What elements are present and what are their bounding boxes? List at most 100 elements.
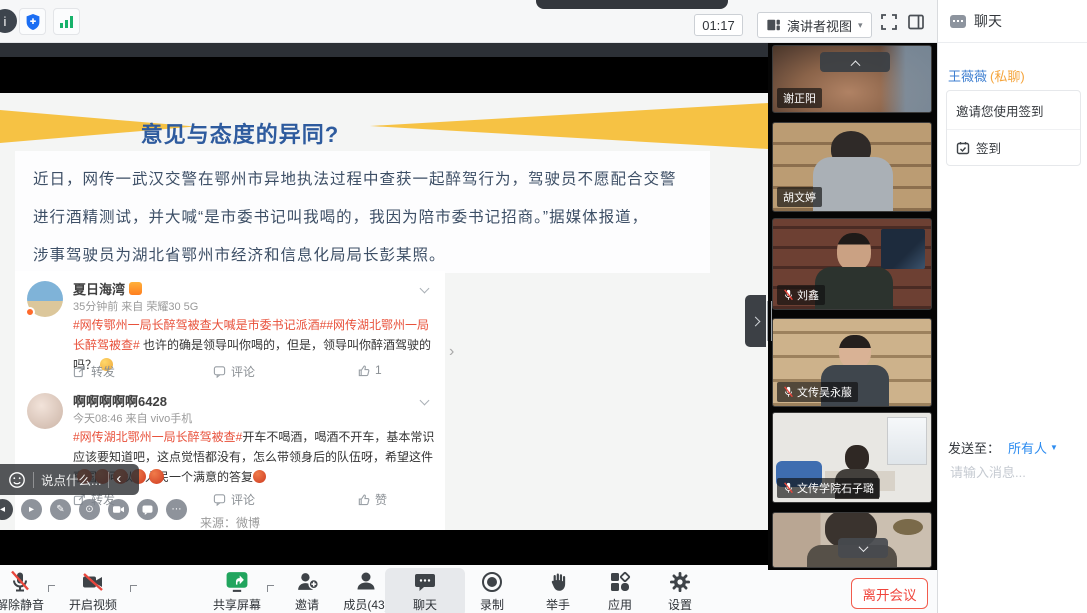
weibo-hashtags[interactable]: #网传湖北鄂州一局长醉驾被查# xyxy=(73,430,242,444)
play-button[interactable]: ▸ xyxy=(21,499,42,520)
chat-message-text: 邀请您使用签到 xyxy=(947,91,1080,130)
participant-video[interactable]: 胡文婷 xyxy=(772,122,932,212)
comment-button[interactable]: 评论 xyxy=(213,363,255,380)
participant-video[interactable]: 刘鑫 xyxy=(772,218,932,310)
mic-muted-icon xyxy=(783,482,794,494)
chevron-down-icon[interactable] xyxy=(421,391,433,403)
avatar xyxy=(27,393,63,429)
weibo-username: 啊啊啊啊啊6428 xyxy=(73,391,167,410)
view-mode-dropdown[interactable]: 演讲者视图 ▾ xyxy=(757,12,872,38)
side-panel-toggle-button[interactable] xyxy=(907,13,925,31)
presentation-slide: 意见与态度的异同? 近日，网传一武汉交警在鄂州市异地执法过程中查获一起醉驾行为，… xyxy=(0,93,768,530)
mic-muted-icon xyxy=(783,289,794,301)
annotation-toolbar: ◂ ▸ ✎ ⊙ ⋯ xyxy=(0,499,187,520)
scroll-down-button[interactable] xyxy=(838,538,888,558)
presentation-top-strip xyxy=(0,43,768,57)
smiley-icon[interactable] xyxy=(8,471,26,489)
view-mode-label: 演讲者视图 xyxy=(787,16,852,35)
camera-button[interactable] xyxy=(108,499,129,520)
chevron-left-icon[interactable]: ‹ xyxy=(116,471,121,486)
shared-screen-area: 意见与态度的异同? 近日，网传一武汉交警在鄂州市异地执法过程中查获一起醉驾行为，… xyxy=(0,43,768,565)
more-button[interactable]: ⋯ xyxy=(166,499,187,520)
chat-sender-name[interactable]: 王薇薇 xyxy=(948,69,987,84)
like-button[interactable]: 赞 xyxy=(357,491,387,508)
slide-title: 意见与态度的异同? xyxy=(0,117,480,149)
weibo-post: 夏日海湾 35分钟前 来自 荣耀30 5G #网传鄂州一局长醉驾被查大喊是市委书… xyxy=(15,271,445,383)
person-icon xyxy=(354,569,378,594)
participant-name: 谢正阳 xyxy=(783,90,816,106)
start-video-button[interactable]: 开启视频 xyxy=(53,568,133,613)
person-plus-icon xyxy=(295,569,320,594)
panel-expand-handle[interactable] xyxy=(745,295,766,347)
repost-button[interactable]: 转发 xyxy=(73,363,115,380)
like-button[interactable]: 1 xyxy=(357,363,382,377)
share-screen-icon xyxy=(224,569,250,594)
bullet-comment-bar[interactable]: 说点什么... ‹ xyxy=(0,464,139,495)
meeting-timer: 01:17 xyxy=(694,14,743,36)
weibo-post-meta: 35分钟前 来自 荣耀30 5G xyxy=(73,298,198,314)
chevron-down-icon[interactable] xyxy=(421,279,433,291)
chevron-right-icon[interactable]: › xyxy=(449,343,454,361)
chat-bubble-icon xyxy=(950,15,966,28)
bottom-toolbar: 解除静音 开启视频 共享屏幕 邀请 成员(43) 聊天 录制 xyxy=(0,565,937,613)
info-icon[interactable]: i xyxy=(0,9,17,33)
chevron-right-icon xyxy=(751,316,761,326)
participant-name: 文传学院石子璐 xyxy=(797,480,874,496)
security-shield-button[interactable] xyxy=(19,8,46,35)
thumbs-up-icon xyxy=(357,493,370,506)
collapse-strip-button[interactable] xyxy=(820,52,890,72)
fullscreen-button[interactable] xyxy=(880,13,898,31)
message-button[interactable] xyxy=(137,499,158,520)
hand-icon xyxy=(547,570,569,594)
apps-grid-icon xyxy=(608,570,632,594)
participant-name: 文传吴永菔 xyxy=(797,384,852,400)
camera-muted-icon xyxy=(80,570,106,594)
floating-control-pill[interactable] xyxy=(536,0,728,9)
resize-grip[interactable] xyxy=(767,301,768,341)
divider xyxy=(33,472,34,488)
camera-icon xyxy=(113,505,124,514)
weibo-post-meta: 今天08:46 来自 vivo手机 xyxy=(73,410,192,426)
video-options-caret[interactable] xyxy=(130,579,140,589)
comment-button[interactable]: 评论 xyxy=(213,491,255,508)
record-icon xyxy=(480,570,504,594)
private-chat-tag: (私聊) xyxy=(990,69,1025,84)
chat-bubble-icon xyxy=(413,570,437,594)
comment-icon xyxy=(213,493,226,506)
participant-name: 胡文婷 xyxy=(783,189,816,205)
resize-grip[interactable] xyxy=(771,301,772,341)
repost-icon xyxy=(73,365,86,378)
focus-button[interactable]: ⊙ xyxy=(79,499,100,520)
pencil-button[interactable]: ✎ xyxy=(50,499,71,520)
slide-body: 近日，网传一武汉交警在鄂州市异地执法过程中查获一起醉驾行为，驾驶员不愿配合交警 … xyxy=(15,151,710,273)
shield-icon xyxy=(25,13,41,31)
top-bar: i 01:17 演讲者视图 ▾ xyxy=(0,0,937,43)
weibo-username: 夏日海湾 xyxy=(73,279,125,298)
prev-button[interactable]: ◂ xyxy=(0,499,13,520)
share-screen-button[interactable]: 共享屏幕 xyxy=(197,568,277,613)
vip-badge-icon xyxy=(129,282,142,295)
chevron-down-icon: ▾ xyxy=(858,20,863,31)
thumbs-up-icon xyxy=(357,364,370,377)
layout-icon xyxy=(766,18,781,32)
chat-message-card: 邀请您使用签到 签到 xyxy=(946,90,1081,166)
message-input[interactable] xyxy=(948,460,1076,500)
leave-meeting-button[interactable]: 离开会议 xyxy=(851,578,928,609)
calendar-check-icon xyxy=(956,141,970,155)
send-to-select[interactable]: 所有人▼ xyxy=(1008,438,1058,457)
participant-video[interactable]: 文传学院石子璐 xyxy=(772,412,932,503)
participant-video[interactable]: 文传吴永菔 xyxy=(772,318,932,407)
settings-button[interactable]: 设置 xyxy=(640,568,720,613)
signal-bars-icon xyxy=(59,15,74,29)
message-icon xyxy=(142,505,153,515)
comment-input-placeholder[interactable]: 说点什么... xyxy=(41,470,101,489)
participant-video-strip: 谢正阳 胡文婷 刘鑫 文传吴永菔 xyxy=(768,43,937,570)
angry-emoji-icon xyxy=(253,470,266,483)
divider xyxy=(108,472,109,488)
sign-in-button[interactable]: 签到 xyxy=(947,130,1080,165)
network-quality-button[interactable] xyxy=(53,8,80,35)
meeting-window: i 01:17 演讲者视图 ▾ 意见与态度的异同? 近日，网传一武汉交警在鄂州市… xyxy=(0,0,1087,613)
comment-icon xyxy=(213,365,226,378)
verified-badge-icon xyxy=(25,307,35,317)
chat-panel: 聊天 王薇薇(私聊) 邀请您使用签到 签到 发送至： 所有人▼ xyxy=(937,0,1087,613)
